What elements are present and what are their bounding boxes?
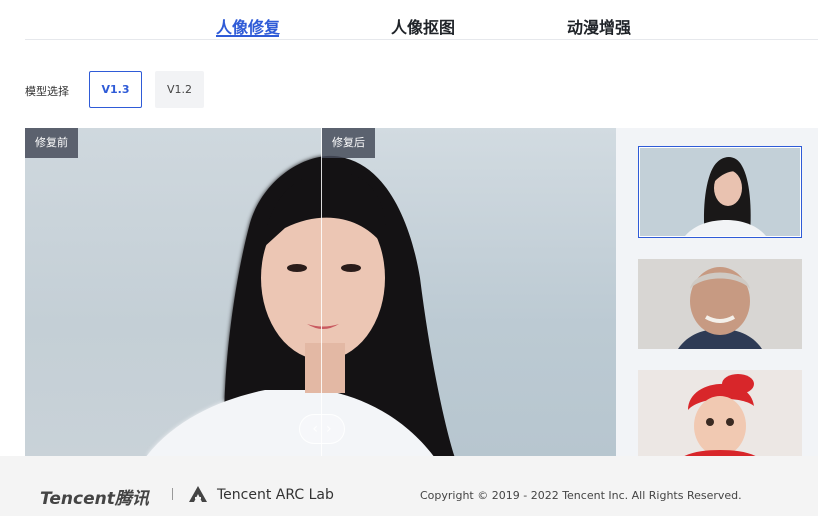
version-option-v13[interactable]: V1.3 <box>89 71 142 108</box>
arc-lab-icon <box>189 486 207 502</box>
young-woman-image <box>640 148 800 236</box>
sample-thumbnails <box>616 128 818 456</box>
child-red-hat-image <box>638 370 802 456</box>
compare-slider-handle[interactable]: ‹ › <box>299 414 345 444</box>
chevron-right-icon: › <box>326 421 332 437</box>
before-label: 修复前 <box>25 128 78 158</box>
model-select-label: 模型选择 <box>25 85 69 98</box>
version-option-v12[interactable]: V1.2 <box>155 71 204 108</box>
chevron-left-icon: ‹ <box>312 421 318 437</box>
thumbnail-older-man[interactable] <box>638 259 802 349</box>
footer-separator <box>172 488 173 500</box>
copyright-text: Copyright © 2019 - 2022 Tencent Inc. All… <box>420 489 742 502</box>
thumbnail-young-woman[interactable] <box>638 146 802 238</box>
tab-portrait-matting[interactable]: 人像抠图 <box>391 14 455 38</box>
active-tab-indicator <box>216 35 279 37</box>
tabs-divider <box>25 39 818 40</box>
thumbnail-child-red-hat[interactable] <box>638 370 802 456</box>
tencent-logo: Tencent腾讯 <box>40 489 149 509</box>
footer: Tencent腾讯 Tencent ARC Lab Copyright © 20… <box>0 456 818 516</box>
arc-lab-name: Tencent ARC Lab <box>217 487 334 503</box>
before-after-viewer[interactable]: 修复前 修复后 ‹ › <box>25 128 616 456</box>
top-tabs: 人像修复 人像抠图 动漫增强 <box>0 0 818 40</box>
after-label: 修复后 <box>322 128 375 158</box>
tab-anime-enhance[interactable]: 动漫增强 <box>567 14 631 38</box>
compare-divider[interactable] <box>321 128 322 456</box>
older-man-image <box>638 259 802 349</box>
after-image <box>146 128 616 456</box>
